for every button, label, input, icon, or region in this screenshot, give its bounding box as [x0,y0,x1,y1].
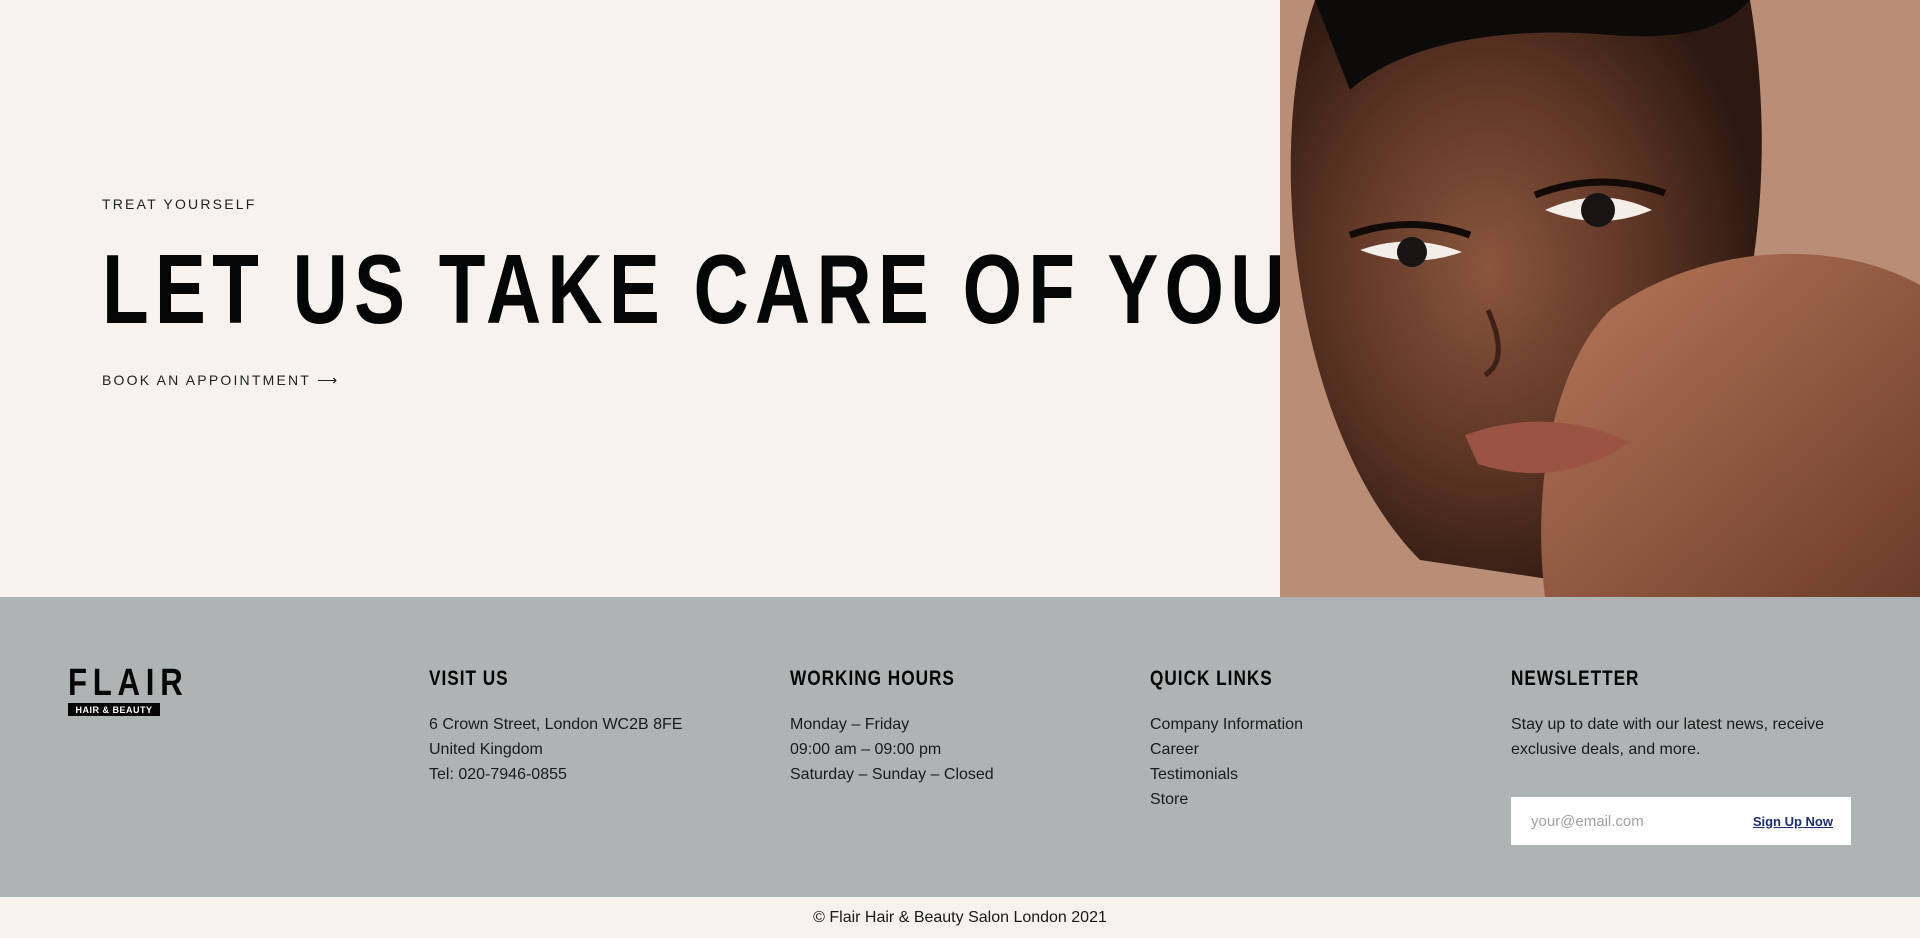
testimonials-link[interactable]: Testimonials [1150,762,1303,787]
book-appointment-label: BOOK AN APPOINTMENT [102,372,312,388]
weekday-label: Monday – Friday [790,716,910,733]
site-footer: FLAIR HAIR & BEAUTY VISIT US 6 Crown Str… [0,597,1920,897]
working-hours-column: WORKING HOURS Monday – Friday 09:00 am –… [790,667,994,787]
newsletter-signup-form: Sign Up Now [1511,797,1851,845]
weekday-hours: 09:00 am – 09:00 pm [790,741,942,758]
copyright-bar: © Flair Hair & Beauty Salon London 2021 [0,897,1920,938]
quick-links-heading: QUICK LINKS [1150,667,1273,690]
career-link[interactable]: Career [1150,737,1303,762]
visit-us-column: VISIT US 6 Crown Street, London WC2B 8FE… [429,667,682,787]
newsletter-description: Stay up to date with our latest news, re… [1511,716,1825,758]
address-country: United Kingdom [429,741,543,758]
visit-us-heading: VISIT US [429,667,509,690]
store-link[interactable]: Store [1150,787,1303,812]
model-portrait-image [1280,0,1920,597]
arrow-right-icon: ⟶ [317,372,340,388]
working-hours-heading: WORKING HOURS [790,667,955,690]
telephone: Tel: 020-7946-0855 [429,766,567,783]
book-appointment-link[interactable]: BOOK AN APPOINTMENT ⟶ [102,372,339,389]
copyright-text: © Flair Hair & Beauty Salon London 2021 [813,908,1107,926]
quick-links-column: QUICK LINKS Company Information Career T… [1150,667,1303,812]
address-street: 6 Crown Street, London WC2B 8FE [429,716,683,733]
sign-up-now-button[interactable]: Sign Up Now [1753,814,1833,829]
hero-section: TREAT YOURSELF LET US TAKE CARE OF YOU B… [0,0,1920,597]
logo-wordmark: FLAIR [68,662,189,704]
company-information-link[interactable]: Company Information [1150,712,1303,737]
newsletter-column: NEWSLETTER Stay up to date with our late… [1511,667,1851,845]
flair-logo[interactable]: FLAIR HAIR & BEAUTY [68,662,189,717]
logo-subtitle: HAIR & BEAUTY [68,703,160,717]
weekend-hours: Saturday – Sunday – Closed [790,766,994,783]
newsletter-heading: NEWSLETTER [1511,667,1640,690]
hero-headline: LET US TAKE CARE OF YOU [102,234,1292,344]
email-input[interactable] [1531,812,1731,830]
